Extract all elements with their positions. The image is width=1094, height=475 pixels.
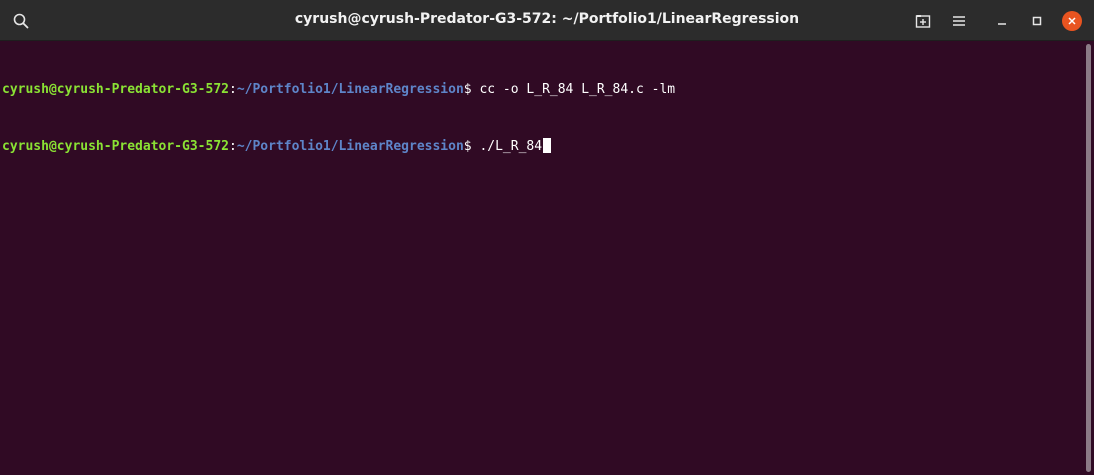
vertical-scrollbar[interactable]	[1084, 41, 1094, 475]
prompt-separator: :	[228, 82, 237, 97]
terminal-output[interactable]: cyrush@cyrush-Predator-G3-572:~/Portfoli…	[0, 41, 1084, 475]
menu-button[interactable]	[947, 9, 971, 33]
hamburger-menu-icon	[952, 14, 966, 28]
minimize-icon	[996, 15, 1008, 27]
title-bar[interactable]: cyrush@cyrush-Predator-G3-572: ~/Portfol…	[0, 0, 1094, 41]
command-text: cc -o L_R_84 L_R_84.c -lm	[479, 82, 676, 97]
close-icon	[1067, 16, 1077, 26]
new-tab-button[interactable]	[911, 9, 935, 33]
command-text: ./L_R_84	[479, 139, 543, 154]
new-tab-icon	[915, 13, 931, 29]
scrollbar-thumb[interactable]	[1086, 44, 1091, 472]
prompt-symbol: $	[463, 82, 480, 97]
prompt-path: ~/Portfolio1/LinearRegression	[236, 82, 464, 97]
terminal-line: cyrush@cyrush-Predator-G3-572:~/Portfoli…	[2, 80, 1084, 99]
terminal-window: cyrush@cyrush-Predator-G3-572: ~/Portfol…	[0, 0, 1094, 475]
text-cursor	[543, 138, 552, 153]
minimize-button[interactable]	[990, 9, 1014, 33]
prompt-separator: :	[228, 139, 237, 154]
maximize-button[interactable]	[1025, 9, 1049, 33]
search-icon	[13, 13, 29, 29]
maximize-icon	[1031, 15, 1043, 27]
search-button[interactable]	[9, 9, 33, 33]
prompt-symbol: $	[463, 139, 480, 154]
prompt-user-host: cyrush@cyrush-Predator-G3-572	[2, 139, 229, 154]
prompt-path: ~/Portfolio1/LinearRegression	[236, 139, 464, 154]
close-button[interactable]	[1062, 11, 1082, 31]
prompt-user-host: cyrush@cyrush-Predator-G3-572	[2, 82, 229, 97]
terminal-line: cyrush@cyrush-Predator-G3-572:~/Portfoli…	[2, 137, 1084, 156]
